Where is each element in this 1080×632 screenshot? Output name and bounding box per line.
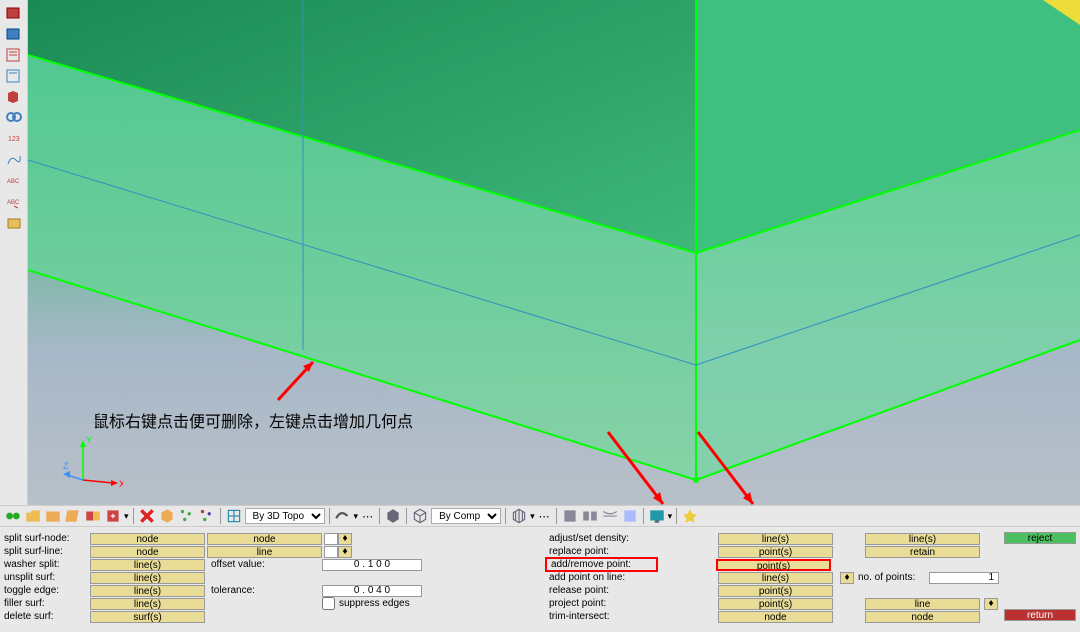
reject-button[interactable]: reject — [1004, 532, 1076, 544]
axis-triad: Y X Z — [63, 435, 123, 495]
row-trim-intersect: trim-intersect: node node — [545, 610, 999, 623]
display-icon[interactable] — [648, 507, 666, 525]
btn[interactable]: line(s) — [90, 559, 205, 571]
sidebar-icon-123[interactable]: 123 — [2, 129, 26, 149]
delete-icon[interactable] — [138, 507, 156, 525]
shade-icon[interactable] — [384, 507, 402, 525]
tool-icon-green1[interactable] — [4, 507, 22, 525]
instruction-annotation: 鼠标右键点击便可删除，左键点击增加几何点 — [93, 408, 413, 432]
btn[interactable]: line(s) — [865, 533, 980, 545]
svg-text:ABC: ABC — [7, 200, 20, 206]
svg-text:Y: Y — [86, 435, 92, 445]
row-delete-surf: delete surf: surf(s) — [0, 610, 422, 623]
sidebar-icon-2[interactable] — [2, 24, 26, 44]
annotation-arrow-3 — [688, 422, 768, 505]
row-toggle-edge: toggle edge: line(s) tolerance: — [0, 584, 422, 597]
sidebar-icon-surf[interactable] — [2, 213, 26, 233]
row-filler-surf: filler surf: line(s) suppress edges — [0, 597, 422, 610]
row-split-surf-node: split surf-node: node node ♦ — [0, 532, 422, 545]
btn[interactable]: retain — [865, 546, 980, 558]
topology-combo[interactable]: By 3D Topo — [245, 508, 325, 524]
tool-icon-4[interactable] — [64, 507, 82, 525]
tool-icon-grid[interactable] — [225, 507, 243, 525]
nopoints-input[interactable] — [929, 572, 999, 584]
btn[interactable]: line — [207, 546, 322, 558]
sidebar-icon-abc[interactable]: ABC — [2, 171, 26, 191]
tolerance-input[interactable] — [322, 585, 422, 597]
row-adjust-density: adjust/set density: line(s) line(s) — [545, 532, 999, 545]
tool-icon-3[interactable] — [44, 507, 62, 525]
horizontal-toolbar: ▾ By 3D Topo ▾ ⋯ By Comp ▾ ⋯ ▾ — [0, 505, 1080, 527]
svg-text:X: X — [119, 479, 123, 489]
svg-text:Z: Z — [63, 461, 69, 471]
tool-icon-folder[interactable] — [24, 507, 42, 525]
tool-icon-t2[interactable] — [581, 507, 599, 525]
tool-icon-scatter1[interactable] — [178, 507, 196, 525]
side-toolbar: 123 ABC ABC — [0, 0, 28, 505]
btn[interactable]: line(s) — [90, 598, 205, 610]
comp-combo[interactable]: By Comp — [431, 508, 501, 524]
btn[interactable]: surf(s) — [90, 611, 205, 623]
command-panel: split surf-node: node node ♦ split surf-… — [0, 527, 1080, 632]
row-split-surf-line: split surf-line: node line ♦ — [0, 545, 422, 558]
sidebar-icon-6[interactable] — [2, 108, 26, 128]
sidebar-icon-4[interactable] — [2, 66, 26, 86]
toggle-down[interactable]: ♦ — [338, 533, 352, 545]
btn[interactable]: line(s) — [90, 585, 205, 597]
tool-icon-box[interactable] — [158, 507, 176, 525]
sidebar-icon-curve[interactable] — [2, 150, 26, 170]
btn-points-highlighted[interactable]: point(s) — [716, 559, 831, 571]
row-add-point-line: add point on line: line(s) ♦ no. of poin… — [545, 571, 999, 584]
btn[interactable]: node — [90, 546, 205, 558]
row-add-remove-point: add/remove point: point(s) — [545, 558, 999, 571]
btn[interactable]: point(s) — [718, 585, 833, 597]
offset-input[interactable] — [322, 559, 422, 571]
row-project-point: project point: point(s) line ♦ — [545, 597, 999, 610]
annotation-arrow-2 — [598, 422, 678, 505]
tool-icon-t4[interactable] — [621, 507, 639, 525]
tool-icon-scatter2[interactable] — [198, 507, 216, 525]
sidebar-icon-abc2[interactable]: ABC — [2, 192, 26, 212]
suppress-checkbox[interactable] — [322, 597, 335, 610]
btn-node[interactable]: node — [90, 533, 205, 545]
sidebar-icon-1[interactable] — [2, 3, 26, 23]
annotation-arrow-1 — [263, 352, 323, 412]
return-button[interactable]: return — [1004, 609, 1076, 621]
wireframe-icon[interactable] — [411, 507, 429, 525]
tool-icon-5[interactable] — [84, 507, 102, 525]
row-washer-split: washer split: line(s) offset value: — [0, 558, 422, 571]
tool-icon-curve[interactable] — [334, 507, 352, 525]
tool-icon-6[interactable] — [104, 507, 122, 525]
btn[interactable]: line(s) — [90, 572, 205, 584]
3d-viewport[interactable]: 鼠标右键点击便可删除，左键点击增加几何点 Y X Z — [28, 0, 1080, 505]
btn[interactable]: line — [865, 598, 980, 610]
btn[interactable]: line(s) — [718, 533, 833, 545]
row-release-point: release point: point(s) — [545, 584, 999, 597]
btn[interactable]: point(s) — [718, 546, 833, 558]
svg-text:123: 123 — [8, 136, 20, 143]
tool-icon-t1[interactable] — [561, 507, 579, 525]
svg-text:ABC: ABC — [7, 179, 20, 185]
toggle-up[interactable] — [324, 533, 338, 545]
sidebar-icon-3[interactable] — [2, 45, 26, 65]
btn[interactable]: point(s) — [718, 598, 833, 610]
btn[interactable]: node — [865, 611, 980, 623]
row-unsplit-surf: unsplit surf: line(s) — [0, 571, 422, 584]
star-icon[interactable] — [681, 507, 699, 525]
btn[interactable]: line(s) — [718, 572, 833, 584]
mesh-icon[interactable] — [510, 507, 528, 525]
btn[interactable]: node — [718, 611, 833, 623]
sidebar-icon-5[interactable] — [2, 87, 26, 107]
tool-icon-t3[interactable] — [601, 507, 619, 525]
btn-node2[interactable]: node — [207, 533, 322, 545]
